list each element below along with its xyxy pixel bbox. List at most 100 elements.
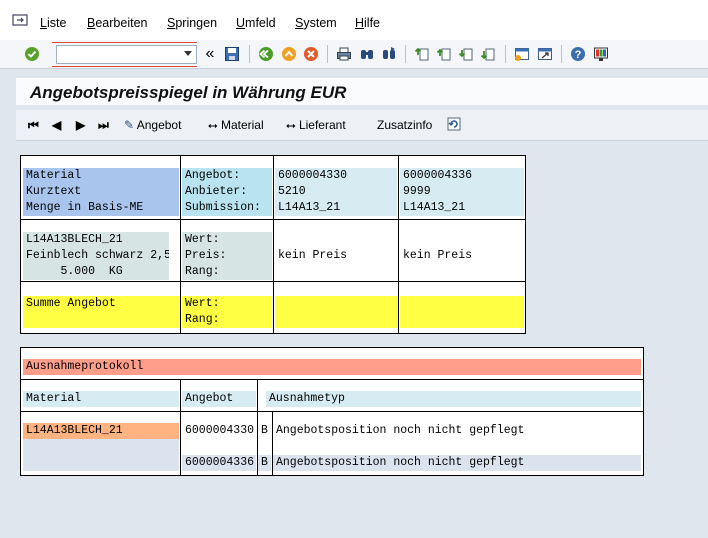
summary-value: [400, 296, 524, 328]
exception-protocol: Ausnahmeprotokoll Material Angebot Ausna…: [20, 347, 644, 476]
price-value: kein Preis: [400, 248, 524, 264]
find-icon[interactable]: [359, 46, 375, 62]
price-comparison-table: Material Kurztext Menge in Basis-ME Ange…: [20, 155, 526, 334]
exception-protocol-title: Ausnahmeprotokoll: [23, 359, 641, 375]
page-title: Angebotspreisspiegel in Währung EUR: [30, 83, 347, 102]
exit-icon[interactable]: [281, 46, 297, 62]
refresh-icon[interactable]: [446, 116, 462, 135]
exception-material[interactable]: L14A13BLECH_21: [23, 423, 179, 439]
toolbar-separator: [561, 45, 562, 63]
shortcut-icon[interactable]: [537, 46, 553, 62]
vendor-number[interactable]: 5210: [275, 184, 397, 200]
toolbar-separator: [505, 45, 506, 63]
save-icon[interactable]: [224, 46, 240, 62]
quotation-number[interactable]: 6000004336: [400, 168, 524, 184]
column-header-material: Material: [23, 391, 179, 407]
column-header-angebot: Angebot: [182, 391, 256, 407]
header-label-menge: Menge in Basis-ME: [23, 200, 179, 216]
vendor-number[interactable]: 9999: [400, 184, 524, 200]
summary-value: [275, 296, 397, 328]
lieferant-button-label: Lieferant: [298, 118, 346, 132]
next-item-icon[interactable]: ▶: [76, 118, 85, 132]
label-preis: Preis:: [182, 248, 272, 264]
header-label-angebot: Angebot:: [182, 168, 272, 184]
application-toolbar: ⏮ ◀ ▶ ⏭ ✎ Angebot ⭤ Material ⭤ Lieferant…: [16, 110, 708, 141]
find-next-icon[interactable]: [381, 46, 397, 62]
previous-item-icon[interactable]: ◀: [52, 118, 61, 132]
material-button-label: Material: [220, 118, 264, 132]
command-field[interactable]: [56, 45, 197, 64]
menu-springen[interactable]: Springen: [167, 16, 217, 30]
glasses-icon: ⭤: [286, 118, 296, 132]
menu-hilfe[interactable]: Hilfe: [355, 16, 380, 30]
content-area: Material Kurztext Menge in Basis-ME Ange…: [16, 141, 708, 538]
angebot-button-label: Angebot: [136, 118, 182, 132]
angebot-button[interactable]: ✎ Angebot: [124, 118, 181, 132]
header-label-kurztext: Kurztext: [23, 184, 179, 200]
submission-value: L14A13_21: [275, 200, 397, 216]
back-icon[interactable]: [258, 46, 274, 62]
toolbar-separator: [249, 45, 250, 63]
summary-label-rang: Rang:: [182, 312, 272, 328]
first-item-icon[interactable]: ⏮: [28, 118, 39, 133]
help-icon[interactable]: ?: [570, 46, 586, 62]
menu-liste[interactable]: Liste: [40, 16, 66, 30]
menu-umfeld[interactable]: Umfeld: [236, 16, 276, 30]
label-wert: Wert:: [182, 232, 272, 248]
exception-material: [23, 455, 179, 471]
exception-code: B: [258, 455, 271, 471]
column-divider: [273, 156, 274, 333]
menu-bearbeiten[interactable]: Bearbeiten: [87, 16, 147, 30]
glasses-icon: ⭤: [208, 118, 218, 132]
toolbar-separator: [327, 45, 328, 63]
exception-quotation[interactable]: 6000004330: [182, 423, 256, 439]
submission-value: L14A13_21: [400, 200, 524, 216]
create-session-icon[interactable]: [514, 46, 530, 62]
exception-quotation[interactable]: 6000004336: [182, 455, 256, 471]
price-value: kein Preis: [275, 248, 397, 264]
row-divider: [21, 281, 525, 282]
svg-text:?: ?: [575, 49, 582, 61]
customize-layout-icon[interactable]: [593, 46, 609, 62]
row-divider: [21, 411, 643, 412]
zusatzinfo-button[interactable]: Zusatzinfo: [377, 118, 432, 132]
quotation-number[interactable]: 6000004330: [275, 168, 397, 184]
material-short-text: Feinblech schwarz 2,5: [23, 248, 169, 264]
table-row-spacer: [23, 439, 179, 455]
material-quantity: 5.000 KG: [23, 264, 169, 280]
label-rang: Rang:: [182, 264, 272, 280]
title-area: Angebotspreisspiegel in Währung EUR: [0, 69, 708, 110]
first-page-icon[interactable]: [414, 46, 430, 62]
column-divider: [398, 156, 399, 333]
chevron-down-icon[interactable]: [184, 51, 192, 56]
title-bar: Angebotspreisspiegel in Währung EUR: [16, 78, 708, 105]
command-input[interactable]: [57, 46, 181, 61]
summary-label: Summe Angebot: [23, 296, 179, 328]
column-divider: [180, 379, 181, 475]
row-divider: [21, 219, 525, 220]
column-header-ausnahmetyp: Ausnahmetyp: [266, 391, 641, 407]
row-divider: [21, 379, 643, 380]
standard-toolbar: « ?: [0, 40, 708, 69]
next-page-icon[interactable]: [458, 46, 474, 62]
enter-check-icon[interactable]: [24, 46, 40, 62]
system-menu-icon[interactable]: [12, 14, 28, 26]
cancel-icon[interactable]: [303, 46, 319, 62]
header-label-material: Material: [23, 168, 179, 184]
column-divider: [180, 156, 181, 333]
last-page-icon[interactable]: [480, 46, 496, 62]
header-label-anbieter: Anbieter:: [182, 184, 272, 200]
material-button[interactable]: ⭤ Material: [208, 118, 264, 133]
summary-label-wert: Wert:: [182, 296, 272, 312]
collapse-icon[interactable]: «: [202, 45, 218, 62]
last-item-icon[interactable]: ⏭: [98, 118, 109, 133]
exception-code: B: [258, 423, 271, 439]
lieferant-button[interactable]: ⭤ Lieferant: [286, 118, 346, 133]
previous-page-icon[interactable]: [436, 46, 452, 62]
menu-system[interactable]: System: [295, 16, 337, 30]
menu-bar: Liste Bearbeiten Springen Umfeld System …: [0, 0, 708, 40]
exception-type: Angebotsposition noch nicht gepflegt: [273, 455, 641, 471]
print-icon[interactable]: [336, 46, 352, 62]
toolbar-separator: [405, 45, 406, 63]
material-number[interactable]: L14A13BLECH_21: [23, 232, 169, 248]
